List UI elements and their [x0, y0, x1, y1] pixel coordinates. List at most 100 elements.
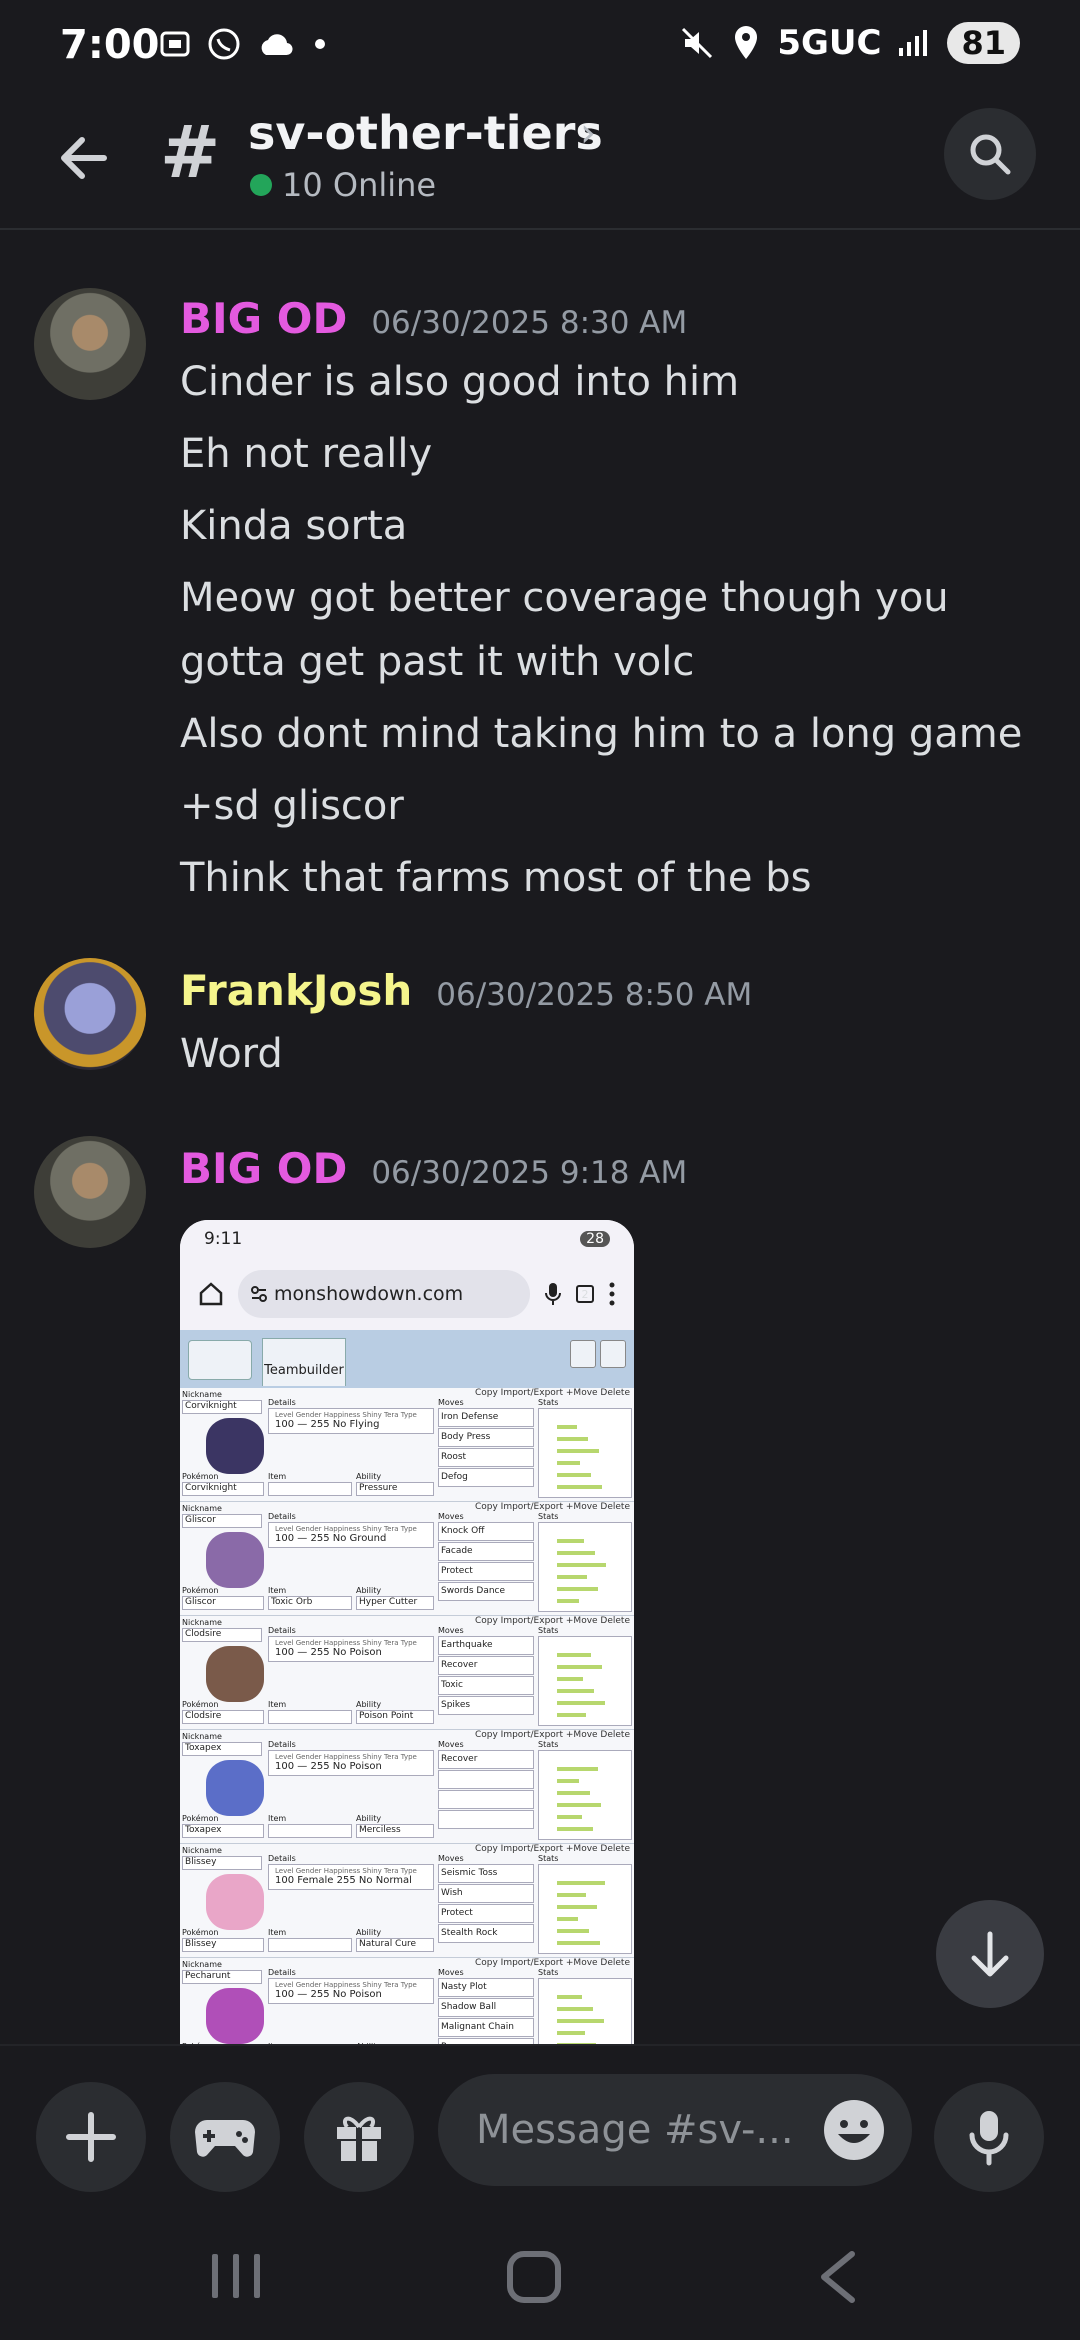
- details-label: Details: [268, 1968, 296, 1977]
- stat-bar: [557, 1485, 602, 1489]
- author-name[interactable]: BIG OD: [180, 1144, 347, 1193]
- message-text[interactable]: +sd gliscor: [180, 774, 1040, 838]
- attachment-url: monshowdown.com: [274, 1283, 464, 1305]
- message-input[interactable]: Message #sv-...: [438, 2074, 912, 2186]
- ability-field: Merciless: [356, 1824, 434, 1838]
- item-label: Item: [268, 1928, 287, 1937]
- online-count: 10 Online: [282, 166, 437, 204]
- details-headers: Level Gender Happiness Shiny Tera Type: [275, 1639, 417, 1647]
- move-field: Knock Off: [438, 1522, 534, 1541]
- stat-bar: [557, 1563, 606, 1567]
- nickname-label: Nickname: [182, 1732, 222, 1741]
- nickname-label: Nickname: [182, 1390, 222, 1399]
- add-attachment-button[interactable]: [36, 2082, 146, 2192]
- message-text[interactable]: Meow got better coverage though you gott…: [180, 566, 1040, 694]
- item-field: Toxic Orb: [268, 1596, 352, 1610]
- team-list: Copy Import/Export +Move Delete Nickname C…: [180, 1388, 634, 2044]
- message-text[interactable]: Word: [180, 1022, 1040, 1086]
- channel-header: # sv-other-tiers › 10 Online: [0, 96, 1080, 230]
- ability-label: Ability: [356, 1928, 382, 1937]
- showdown-logo-icon: [188, 1340, 252, 1380]
- avatar[interactable]: [34, 288, 146, 400]
- details-label: Details: [268, 1854, 296, 1863]
- stat-bar: [557, 1905, 597, 1909]
- level-value: 100: [275, 1647, 295, 1658]
- activities-button[interactable]: [170, 2082, 280, 2192]
- stat-bar: [557, 1653, 591, 1657]
- moves-list: Nasty PlotShadow BallMalignant ChainReco…: [438, 1978, 534, 2044]
- stat-bar: [557, 1449, 599, 1453]
- level-value: 100: [275, 1761, 295, 1772]
- details-field: Level Gender Happiness Shiny Tera Type 10…: [268, 1978, 434, 2004]
- team-member-row: Copy Import/Export +Move Delete Nickname C…: [180, 1388, 634, 1502]
- gender-value: Female: [297, 1875, 334, 1886]
- stat-bar: [557, 1893, 586, 1897]
- avatar[interactable]: [34, 958, 146, 1070]
- mute-icon: [682, 27, 713, 59]
- stats-label: Stats: [538, 1398, 559, 1407]
- chevron-right-icon[interactable]: ›: [580, 110, 596, 156]
- move-field: [438, 1770, 534, 1789]
- gender-value: —: [297, 1533, 308, 1544]
- voice-message-button[interactable]: [934, 2082, 1044, 2192]
- stat-bar: [557, 1767, 598, 1771]
- showdown-toolbar: Teambuilder: [180, 1330, 634, 1388]
- tera-type-value: Normal: [375, 1875, 412, 1886]
- recents-icon[interactable]: [206, 2250, 266, 2302]
- author-name[interactable]: BIG OD: [180, 294, 347, 343]
- moves-label: Moves: [438, 1968, 464, 1977]
- move-field: Swords Dance: [438, 1582, 534, 1601]
- species-field: Blissey: [182, 1938, 264, 1952]
- moves-label: Moves: [438, 1854, 464, 1863]
- move-field: Roost: [438, 1448, 534, 1467]
- ability-field: Hyper Cutter: [356, 1596, 434, 1610]
- details-label: Details: [268, 1626, 296, 1635]
- gamepad-icon: [195, 2120, 255, 2157]
- pokemon-sprite-icon: [206, 1418, 264, 1474]
- level-value: 100: [275, 1875, 295, 1886]
- move-field: [438, 1810, 534, 1829]
- message-composer: Message #sv-...: [0, 2044, 1080, 2214]
- message-text[interactable]: Also dont mind taking him to a long game: [180, 702, 1040, 766]
- item-field: [268, 1938, 352, 1952]
- network-label: 5GUC: [777, 23, 882, 63]
- battery-indicator: 81: [947, 22, 1020, 64]
- stat-bar: [557, 1461, 580, 1465]
- move-field: Shadow Ball: [438, 1998, 534, 2017]
- jump-to-present-button[interactable]: [936, 1900, 1044, 2008]
- gender-value: —: [297, 1989, 308, 2000]
- search-button[interactable]: [944, 108, 1036, 200]
- home-icon[interactable]: [506, 2250, 562, 2304]
- image-attachment[interactable]: 9:11 28 monshowdown.com 2 Teambuilder Co…: [180, 1220, 634, 2044]
- teambuilder-tab: Teambuilder: [262, 1338, 346, 1386]
- team-member-actions: Copy Import/Export +Move Delete: [474, 1502, 630, 1512]
- signal-icon: [899, 30, 928, 56]
- author-name[interactable]: FrankJosh: [180, 966, 412, 1015]
- message-text[interactable]: Think that farms most of the bs: [180, 846, 1040, 910]
- details-field: Level Gender Happiness Shiny Tera Type 10…: [268, 1522, 434, 1548]
- timestamp: 06/30/2025 9:18 AM: [371, 1155, 688, 1191]
- shiny-value: No: [332, 1419, 347, 1430]
- message-text[interactable]: Cinder is also good into him: [180, 350, 1040, 414]
- avatar[interactable]: [34, 1136, 146, 1248]
- move-field: Stealth Rock: [438, 1924, 534, 1943]
- stat-bar: [557, 1701, 605, 1705]
- message-text[interactable]: Kinda sorta: [180, 494, 1040, 558]
- channel-title[interactable]: sv-other-tiers: [248, 106, 603, 160]
- back-button[interactable]: [44, 118, 124, 198]
- item-label: Item: [268, 1700, 287, 1709]
- details-field: Level Gender Happiness Shiny Tera Type 10…: [268, 1636, 434, 1662]
- shiny-value: No: [332, 1761, 347, 1772]
- emoji-icon[interactable]: [820, 2096, 888, 2164]
- gift-button[interactable]: [304, 2082, 414, 2192]
- back-icon[interactable]: [814, 2250, 864, 2304]
- happiness-value: 255: [310, 1989, 330, 2000]
- ability-label: Ability: [356, 1814, 382, 1823]
- nickname-field: Blissey: [182, 1856, 262, 1870]
- stat-bar: [557, 1677, 583, 1681]
- message-text[interactable]: Eh not really: [180, 422, 1040, 486]
- stats-panel: [538, 1636, 632, 1726]
- stat-bar: [557, 2007, 593, 2011]
- notification-icons: [158, 26, 330, 62]
- system-navigation-bar: [0, 2214, 1080, 2340]
